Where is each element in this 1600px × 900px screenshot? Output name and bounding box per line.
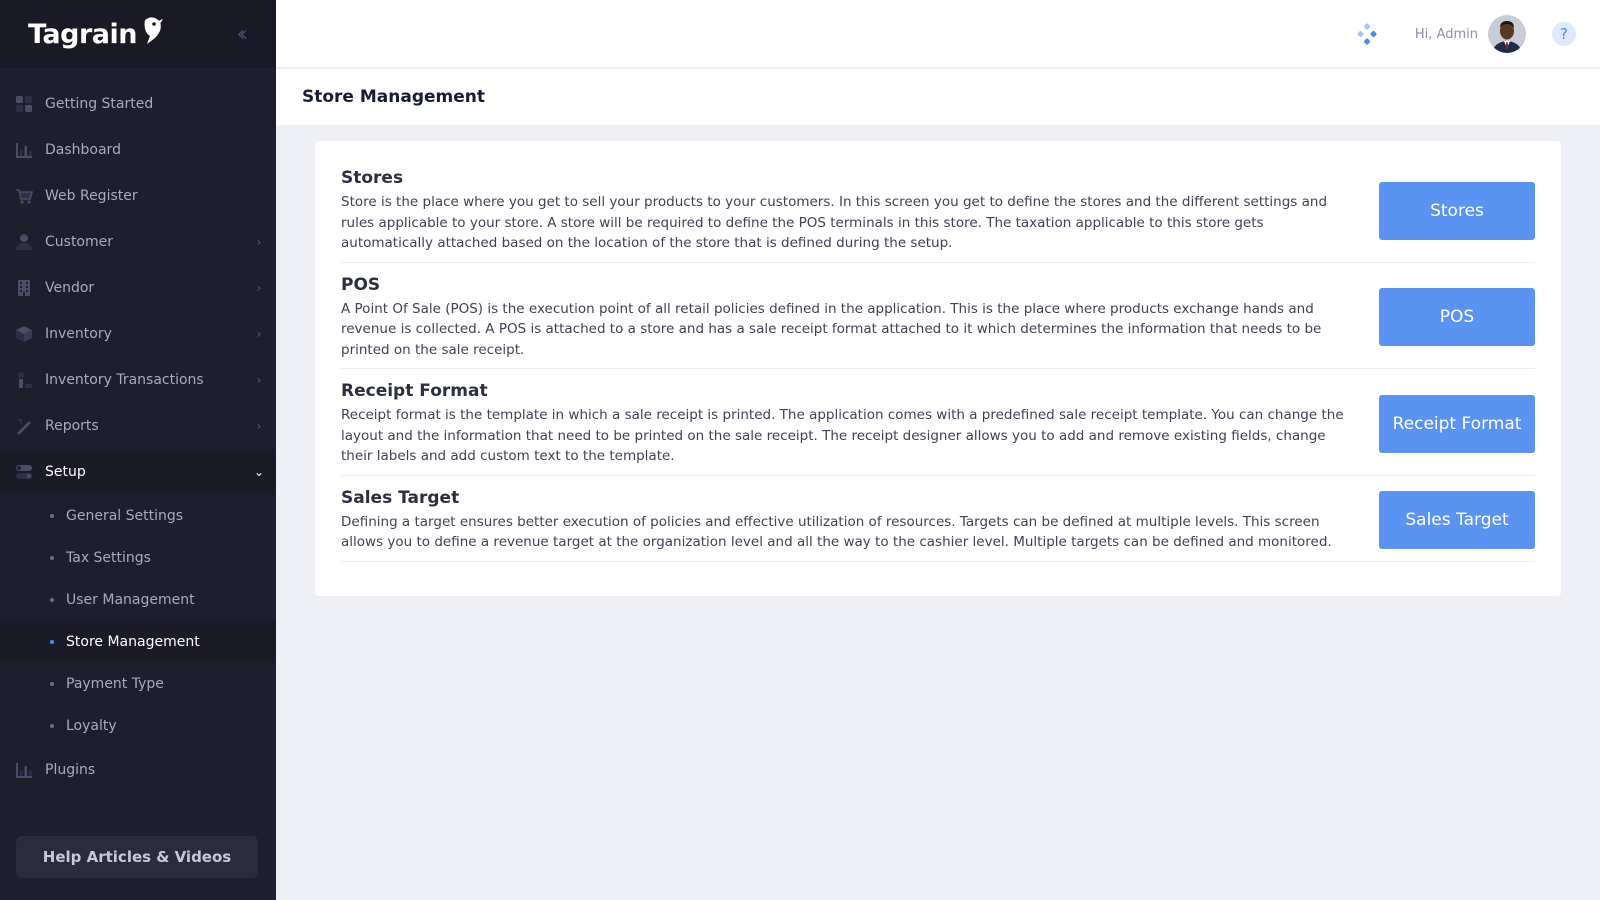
section-text: Sales Target Defining a target ensures b… bbox=[341, 488, 1379, 553]
sidebar-item-customer[interactable]: Customer › bbox=[0, 219, 276, 265]
top-header: Hi, Admin ? bbox=[276, 0, 1600, 68]
submenu-item-label: Loyalty bbox=[66, 718, 117, 734]
bar-chart-icon bbox=[14, 760, 34, 780]
submenu-item-general-settings[interactable]: General Settings bbox=[0, 495, 276, 537]
submenu-item-label: Tax Settings bbox=[66, 550, 151, 566]
sidebar-item-label: Web Register bbox=[45, 188, 138, 204]
section-text: POS A Point Of Sale (POS) is the executi… bbox=[341, 275, 1379, 361]
help-articles-button[interactable]: Help Articles & Videos bbox=[16, 836, 258, 878]
submenu-item-label: Store Management bbox=[66, 634, 200, 650]
section-text: Stores Store is the place where you get … bbox=[341, 168, 1379, 254]
submenu-item-label: General Settings bbox=[66, 508, 184, 524]
section-title: POS bbox=[341, 274, 381, 295]
section-pos: POS A Point Of Sale (POS) is the executi… bbox=[341, 263, 1535, 369]
sidebar-item-label: Getting Started bbox=[45, 96, 154, 112]
submenu-item-label: User Management bbox=[66, 592, 195, 608]
building-icon bbox=[14, 278, 34, 298]
section-title: Stores bbox=[341, 168, 404, 188]
submenu-item-store-management[interactable]: Store Management bbox=[0, 621, 276, 663]
stores-button[interactable]: Stores bbox=[1379, 181, 1535, 240]
chevron-right-icon: › bbox=[256, 419, 262, 433]
sidebar-item-label: Setup bbox=[45, 464, 86, 480]
apps-icon[interactable] bbox=[1355, 22, 1379, 46]
sidebar-item-web-register[interactable]: Web Register bbox=[0, 173, 276, 219]
subheader: Store Management bbox=[276, 69, 1600, 125]
sidebar-item-dashboard[interactable]: Dashboard bbox=[0, 127, 276, 173]
sidebar-item-reports[interactable]: Reports › bbox=[0, 403, 276, 449]
user-icon bbox=[14, 232, 34, 252]
section-description: Defining a target ensures better executi… bbox=[341, 513, 1332, 551]
submenu-item-label: Payment Type bbox=[66, 676, 164, 692]
page-title: Store Management bbox=[302, 87, 486, 107]
sidebar-item-label: Customer bbox=[45, 234, 114, 250]
sidebar-item-inventory[interactable]: Inventory › bbox=[0, 311, 276, 357]
submenu-item-user-management[interactable]: User Management bbox=[0, 579, 276, 621]
submenu-item-payment-type[interactable]: Payment Type bbox=[0, 663, 276, 705]
section-title: Sales Target bbox=[341, 487, 460, 508]
grid-icon bbox=[14, 94, 34, 114]
sidebar-item-setup[interactable]: Setup ⌄ bbox=[0, 449, 276, 495]
chevron-right-icon: › bbox=[256, 235, 262, 249]
sidebar-item-label: Dashboard bbox=[45, 142, 121, 158]
section-description: Receipt format is the template in which … bbox=[341, 407, 1344, 464]
sidebar-menu: Getting Started Dashboard Web Register C… bbox=[0, 68, 276, 793]
user-greeting: Hi, Admin bbox=[1414, 26, 1478, 42]
pos-button[interactable]: POS bbox=[1379, 288, 1535, 347]
bullet-icon bbox=[50, 640, 54, 644]
section-description: Store is the place where you get to sell… bbox=[341, 194, 1328, 251]
submenu-item-tax-settings[interactable]: Tax Settings bbox=[0, 537, 276, 579]
sidebar-item-getting-started[interactable]: Getting Started bbox=[0, 81, 276, 127]
sales-target-button[interactable]: Sales Target bbox=[1379, 491, 1535, 549]
sidebar-item-label: Reports bbox=[45, 418, 99, 434]
bar-chart-icon bbox=[14, 140, 34, 160]
sidebar-item-vendor[interactable]: Vendor › bbox=[0, 265, 276, 311]
box-icon bbox=[14, 324, 34, 344]
sidebar-item-plugins[interactable]: Plugins bbox=[0, 747, 276, 793]
submenu-item-loyalty[interactable]: Loyalty bbox=[0, 705, 276, 747]
collapse-sidebar-icon[interactable]: ‹‹ bbox=[236, 22, 248, 47]
section-sales-target: Sales Target Defining a target ensures b… bbox=[341, 476, 1535, 562]
bullet-icon bbox=[50, 682, 54, 686]
transactions-icon bbox=[14, 370, 34, 390]
sidebar-item-label: Inventory bbox=[45, 326, 112, 342]
section-text: Receipt Format Receipt format is the tem… bbox=[341, 381, 1379, 467]
brand-bar: Tagrain ‹‹ bbox=[0, 0, 276, 68]
section-title: Receipt Format bbox=[341, 381, 488, 401]
setup-submenu: General Settings Tax Settings User Manag… bbox=[0, 495, 276, 747]
bullet-icon bbox=[50, 598, 54, 602]
bullet-icon bbox=[50, 724, 54, 728]
section-receipt-format: Receipt Format Receipt format is the tem… bbox=[341, 369, 1535, 476]
pencil-ruler-icon bbox=[14, 416, 34, 436]
sidebar-item-label: Plugins bbox=[45, 762, 96, 778]
cart-icon bbox=[14, 186, 34, 206]
sidebar-item-label: Vendor bbox=[45, 280, 95, 296]
section-description: A Point Of Sale (POS) is the execution p… bbox=[341, 300, 1322, 358]
store-management-card: Stores Store is the place where you get … bbox=[315, 141, 1561, 596]
chevron-right-icon: › bbox=[256, 281, 262, 295]
chevron-right-icon: › bbox=[256, 327, 262, 341]
brand-name: Tagrain bbox=[28, 18, 138, 50]
sidebar: Tagrain ‹‹ Getting Started Dashboard Web… bbox=[0, 0, 276, 900]
receipt-format-button[interactable]: Receipt Format bbox=[1379, 394, 1535, 453]
header-actions: Hi, Admin ? bbox=[1355, 14, 1576, 54]
brand-logo[interactable]: Tagrain bbox=[28, 17, 163, 50]
section-stores: Stores Store is the place where you get … bbox=[341, 163, 1535, 263]
sidebar-item-inventory-transactions[interactable]: Inventory Transactions › bbox=[0, 357, 276, 403]
chevron-down-icon: ⌄ bbox=[253, 465, 265, 479]
sidebar-item-label: Inventory Transactions bbox=[45, 372, 204, 388]
bullet-icon bbox=[50, 556, 54, 560]
user-avatar[interactable] bbox=[1488, 15, 1526, 53]
bullet-icon bbox=[50, 514, 54, 518]
bird-logo-icon bbox=[144, 17, 163, 44]
help-icon[interactable]: ? bbox=[1552, 22, 1576, 46]
toggle-icon bbox=[14, 462, 34, 482]
chevron-right-icon: › bbox=[256, 373, 262, 387]
